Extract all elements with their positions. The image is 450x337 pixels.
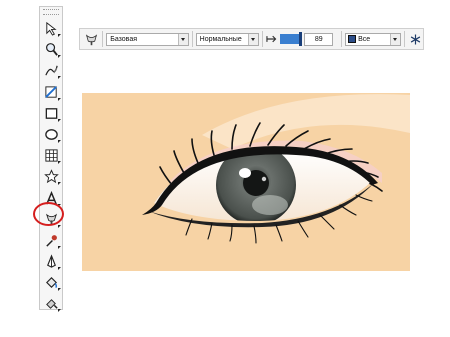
fill-outline-icon <box>348 35 357 43</box>
freehand-tool-button[interactable] <box>40 61 62 80</box>
flyout-arrow-icon <box>58 161 61 165</box>
iris-reflection <box>252 195 288 215</box>
transparency-slider-knob[interactable] <box>299 32 303 46</box>
flyout-arrow-icon <box>58 34 61 37</box>
flyout-arrow-icon <box>58 76 61 80</box>
eyedropper-tool-icon <box>45 234 57 247</box>
outline-tool-icon <box>46 254 56 268</box>
toolbox <box>39 6 63 313</box>
apply-to-combo[interactable]: Все <box>345 32 401 46</box>
catchlight-small <box>261 176 267 182</box>
separator <box>341 31 343 47</box>
interactive-fill-tool-button[interactable] <box>40 294 62 313</box>
eyedropper-tool-button[interactable] <box>40 231 62 250</box>
transparency-type-icon <box>86 33 98 45</box>
chevron-down-icon[interactable] <box>247 33 258 45</box>
flyout-arrow-icon <box>58 267 61 271</box>
chevron-down-icon[interactable] <box>389 33 400 45</box>
flyout-arrow-icon <box>58 139 61 143</box>
interactive-fill-tool-icon <box>45 299 58 310</box>
transparency-value: 89 <box>314 35 323 43</box>
transparency-input[interactable]: 89 <box>304 32 334 46</box>
flyout-arrow-icon <box>58 118 61 122</box>
toolbox-grip[interactable] <box>43 9 59 15</box>
star-tool-icon <box>43 169 59 184</box>
freeze-transparency-button[interactable] <box>408 31 423 47</box>
freehand-tool-icon <box>44 66 58 76</box>
preset-value: Базовая <box>110 35 138 43</box>
flyout-arrow-icon <box>58 309 61 313</box>
separator <box>261 31 263 47</box>
smart-fill-tool-button[interactable] <box>40 83 62 102</box>
transparency-arrow-icon <box>266 35 277 43</box>
drawing-canvas[interactable] <box>82 93 410 271</box>
flyout-arrow-icon <box>58 182 61 186</box>
property-bar: Базовая Нормальные 89 Все <box>79 28 424 50</box>
transparency-slider[interactable] <box>280 32 303 46</box>
separator <box>403 31 405 47</box>
transparency-type-button[interactable] <box>84 31 99 47</box>
flyout-arrow-icon <box>58 224 61 228</box>
star-tool-button[interactable] <box>40 167 62 186</box>
ellipse-tool-icon <box>44 129 58 140</box>
separator <box>191 31 193 47</box>
chevron-down-icon[interactable] <box>177 33 188 45</box>
fill-tool-button[interactable] <box>40 273 62 292</box>
apply-to-value: Все <box>358 35 371 43</box>
flyout-arrow-icon <box>58 288 61 292</box>
pick-tool-icon <box>45 21 57 36</box>
graph-paper-tool-icon <box>44 149 58 162</box>
snowflake-icon <box>410 33 421 45</box>
fill-tool-icon <box>45 277 57 289</box>
smart-fill-tool-icon <box>44 85 57 98</box>
zoom-tool-button[interactable] <box>40 40 62 59</box>
separator <box>102 31 104 47</box>
outline-tool-button[interactable] <box>40 252 62 271</box>
preset-combo[interactable]: Базовая <box>106 32 189 46</box>
ellipse-tool-button[interactable] <box>40 125 62 144</box>
flyout-arrow-icon <box>58 97 61 101</box>
graph-paper-tool-button[interactable] <box>40 146 62 165</box>
active-tool-highlight <box>33 202 64 226</box>
flyout-arrow-icon <box>58 55 61 59</box>
catchlight <box>239 168 251 178</box>
zoom-tool-icon <box>45 43 58 56</box>
merge-mode-combo[interactable]: Нормальные <box>195 32 259 46</box>
rectangle-tool-icon <box>45 107 57 119</box>
rectangle-tool-button[interactable] <box>40 104 62 123</box>
flyout-arrow-icon <box>58 245 61 249</box>
merge-mode-value: Нормальные <box>199 35 242 43</box>
pick-tool-button[interactable] <box>40 19 62 38</box>
